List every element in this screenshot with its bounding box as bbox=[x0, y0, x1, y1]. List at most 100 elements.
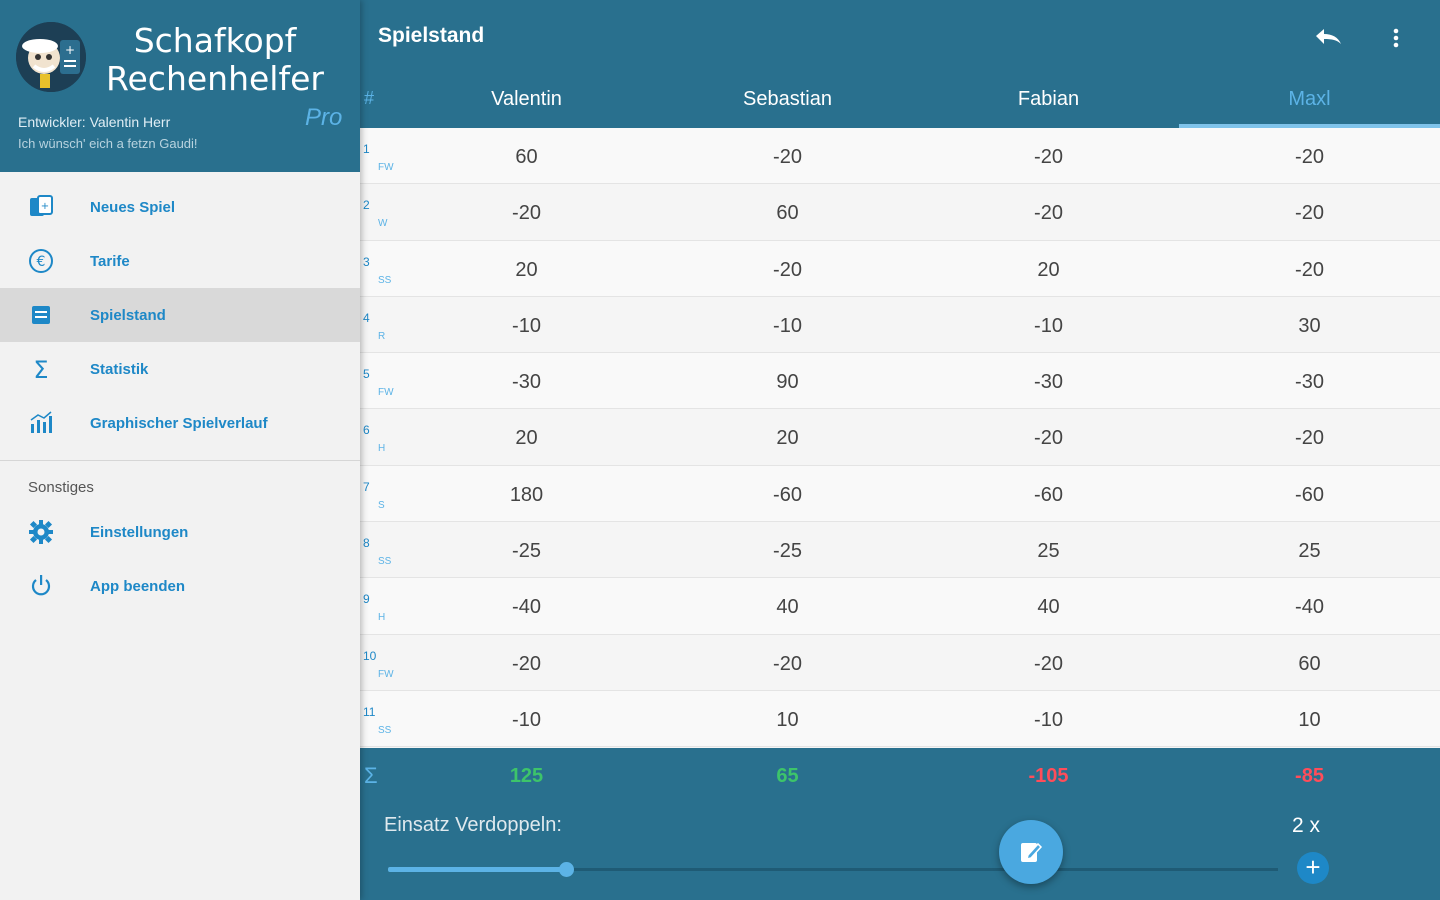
table-row[interactable]: 5 FW -30 90 -30 -30 bbox=[360, 353, 1440, 410]
table-row[interactable]: 10 FW -20 -20 -20 60 bbox=[360, 634, 1440, 691]
slider-fill bbox=[388, 867, 566, 872]
einsatz-slider[interactable] bbox=[388, 860, 1278, 878]
nav-item-neues-spiel[interactable]: + Neues Spiel bbox=[0, 180, 360, 234]
table-row[interactable]: 11 SS -10 10 -10 10 bbox=[360, 690, 1440, 748]
score-cell-valentin: -40 bbox=[512, 596, 541, 619]
round-cell: 3 SS bbox=[360, 241, 396, 296]
score-cell-maxl: 30 bbox=[1298, 314, 1321, 337]
game-type: FW bbox=[378, 668, 394, 680]
svg-text:+: + bbox=[65, 43, 75, 57]
score-cell-fabian: -30 bbox=[1034, 371, 1063, 394]
nav-item-graphischer-spielverlauf[interactable]: Graphischer Spielverlauf bbox=[0, 396, 360, 450]
table-row[interactable]: 3 SS 20 -20 20 -20 bbox=[360, 240, 1440, 297]
score-cell-maxl: -40 bbox=[1295, 596, 1324, 619]
slider-thumb[interactable] bbox=[559, 862, 574, 877]
round-cell: 10 FW bbox=[360, 635, 396, 690]
round-cell: 5 FW bbox=[360, 353, 396, 408]
game-type: FW bbox=[378, 162, 394, 173]
page-title: Spielstand bbox=[378, 24, 485, 47]
table-row[interactable]: 6 H 20 20 -20 -20 bbox=[360, 409, 1440, 466]
round-cell: 8 SS bbox=[360, 522, 396, 577]
score-cell-fabian: -20 bbox=[1034, 146, 1063, 168]
table-row[interactable]: 7 S 180 -60 -60 -60 bbox=[360, 465, 1440, 523]
app-logo: + bbox=[16, 22, 86, 92]
more-options-button[interactable] bbox=[1382, 22, 1410, 54]
table-row[interactable]: 2 W -20 60 -20 -20 bbox=[360, 184, 1440, 241]
chart-icon bbox=[0, 410, 90, 436]
nav-item-spielstand[interactable]: Spielstand bbox=[0, 288, 360, 342]
table-row[interactable]: 9 H -40 40 40 -40 bbox=[360, 578, 1440, 635]
score-cell-sebastian: -25 bbox=[773, 540, 802, 563]
score-footer: Σ 125 65 -105 -85 Einsatz Verdoppeln: 2 … bbox=[360, 748, 1440, 900]
round-cell: 9H bbox=[360, 578, 396, 633]
player-header-sebastian[interactable]: Sebastian bbox=[657, 74, 918, 128]
game-type: SS bbox=[378, 724, 392, 736]
drawer-nav: + Neues Spiel € Tarife Spielstand Σ Stat… bbox=[0, 180, 360, 613]
round-cell: 7S bbox=[360, 466, 396, 521]
nav-label: Graphischer Spielverlauf bbox=[90, 414, 268, 432]
app-title: Schafkopf Rechenhelfer bbox=[100, 22, 330, 98]
sigma-icon: Σ bbox=[0, 356, 90, 382]
multiplier-value: 2 x bbox=[1292, 814, 1321, 837]
score-cell-valentin: -25 bbox=[512, 540, 541, 563]
score-cell-valentin: -10 bbox=[512, 708, 541, 731]
nav-item-statistik[interactable]: Σ Statistik bbox=[0, 342, 360, 396]
score-cell-fabian: -20 bbox=[1034, 202, 1063, 225]
navigation-drawer: + Schafkopf Rechenhelfer Pro Entwickler:… bbox=[0, 0, 360, 900]
nav-item-einstellungen[interactable]: Einstellungen bbox=[0, 505, 360, 559]
increase-button[interactable]: + bbox=[1297, 852, 1329, 884]
score-cell-fabian: -60 bbox=[1034, 483, 1063, 506]
score-cell-maxl: -20 bbox=[1295, 202, 1324, 225]
svg-text:€: € bbox=[37, 254, 46, 270]
table-row[interactable]: 8 SS -25 -25 25 25 bbox=[360, 522, 1440, 579]
round-number: 10 bbox=[363, 648, 377, 663]
player-header-valentin[interactable]: Valentin bbox=[396, 74, 657, 128]
nav-label: App beenden bbox=[90, 577, 186, 595]
score-cell-maxl: -60 bbox=[1295, 483, 1324, 506]
app-title-line1: Schafkopf bbox=[133, 21, 297, 60]
round-cell: 1 FW bbox=[360, 128, 396, 183]
game-type: W bbox=[378, 218, 388, 230]
player-header-maxl[interactable]: Maxl bbox=[1179, 74, 1440, 128]
score-cell-valentin: -20 bbox=[512, 652, 541, 675]
sum-valentin: 125 bbox=[509, 764, 544, 787]
pro-badge: Pro bbox=[305, 104, 343, 131]
game-type: H bbox=[378, 443, 386, 455]
player-header-fabian[interactable]: Fabian bbox=[918, 74, 1179, 128]
score-cell-maxl: -30 bbox=[1295, 371, 1324, 394]
sum-row: Σ 125 65 -105 -85 bbox=[360, 748, 1440, 804]
game-type: S bbox=[378, 499, 385, 511]
edit-note-icon bbox=[1021, 842, 1043, 862]
round-cell: 2W bbox=[360, 184, 396, 239]
column-hash: # bbox=[364, 88, 375, 108]
score-cell-fabian: 25 bbox=[1037, 540, 1060, 563]
nav-label: Tarife bbox=[90, 252, 130, 270]
nav-item-app-beenden[interactable]: App beenden bbox=[0, 559, 360, 613]
table-header: # Valentin Sebastian Fabian Maxl bbox=[360, 74, 1440, 128]
edit-fab[interactable] bbox=[999, 820, 1063, 884]
sum-maxl: -85 bbox=[1295, 764, 1324, 787]
game-type: SS bbox=[378, 556, 392, 568]
table-row[interactable]: 4 R -10 -10 -10 30 bbox=[360, 296, 1440, 354]
score-cell-sebastian: -10 bbox=[773, 314, 802, 337]
score-table: 1 FW 60 -20 -20 -20 2 W -20 60 -20 -20 3 SS 20 -20 20 -20… bbox=[360, 128, 1440, 748]
einsatz-label: Einsatz Verdoppeln: bbox=[384, 814, 562, 836]
app-bar: Spielstand # Valentin Sebastian Fabian M… bbox=[360, 0, 1440, 128]
nav-item-tarife[interactable]: € Tarife bbox=[0, 234, 360, 288]
undo-button[interactable] bbox=[1310, 22, 1346, 54]
score-cell-valentin: -20 bbox=[512, 202, 541, 225]
score-cell-valentin: 60 bbox=[515, 146, 538, 168]
round-number: 3 bbox=[363, 254, 370, 269]
svg-text:Σ: Σ bbox=[33, 356, 48, 382]
table-row[interactable]: 1 FW 60 -20 -20 -20 bbox=[360, 128, 1440, 185]
score-cell-sebastian: 20 bbox=[776, 427, 799, 450]
round-cell: 4R bbox=[360, 297, 396, 352]
new-game-icon: + bbox=[0, 194, 90, 220]
score-cell-sebastian: -60 bbox=[773, 483, 802, 506]
euro-icon: € bbox=[0, 248, 90, 274]
score-cell-maxl: 60 bbox=[1298, 652, 1321, 675]
game-type: R bbox=[378, 330, 386, 342]
score-cell-sebastian: -20 bbox=[773, 146, 802, 168]
round-number: 1 bbox=[363, 142, 370, 156]
score-cell-maxl: -20 bbox=[1295, 427, 1324, 450]
